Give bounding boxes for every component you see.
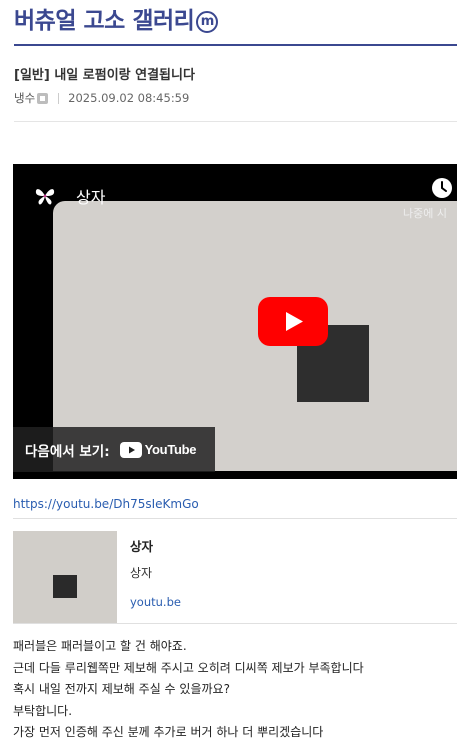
youtube-embed[interactable]: 상자 나중에 시 다음에서 보기: YouTube [13, 164, 457, 479]
body-line: 근데 다들 루리웹쪽만 제보해 주시고 오히려 디씨쪽 제보가 부족합니다 [13, 660, 364, 675]
body-line: 가장 먼저 인증해 주신 분께 추가로 버거 하나 더 뿌리겠습니다 [13, 725, 324, 739]
meta-divider [58, 92, 60, 104]
video-url-link[interactable]: https://youtu.be/Dh75sIeKmGo [13, 497, 199, 511]
youtube-logo-text: YouTube [144, 442, 197, 457]
post-date: 2025.09.02 08:45:59 [68, 91, 190, 105]
minor-gallery-icon: m [196, 11, 219, 33]
watch-later-label[interactable]: 나중에 시 [403, 205, 447, 221]
youtube-logo: YouTube [119, 441, 197, 458]
butterfly-icon[interactable] [33, 184, 57, 208]
body-line: 패러블은 패러블이고 할 건 해야죠. [13, 639, 187, 653]
header-divider [14, 121, 457, 122]
gallery-header: 버츄얼 고소 갤러리 m [14, 0, 457, 46]
body-line: 혹시 내일 전까지 제보해 주실 수 있을까요? [13, 682, 230, 696]
body-line: 부탁합니다. [13, 703, 73, 718]
youtube-play-icon[interactable] [258, 297, 328, 346]
link-preview-title[interactable]: 상자 [130, 536, 153, 555]
post-author[interactable]: 냉수 [14, 90, 35, 106]
link-preview-domain[interactable]: youtu.be [130, 595, 181, 609]
link-preview-card[interactable]: 상자 상자 youtu.be [13, 518, 457, 624]
post-meta: 냉수 2025.09.02 08:45:59 [14, 90, 189, 106]
post-title: [일반] 내일 로펌이랑 연결됩니다 [14, 68, 195, 83]
watch-on-youtube-button[interactable]: 다음에서 보기: YouTube [13, 427, 215, 472]
link-preview-thumbnail[interactable] [13, 531, 117, 623]
link-preview-description: 상자 [130, 566, 153, 580]
gallery-title[interactable]: 버츄얼 고소 갤러리 m [14, 1, 219, 35]
watch-on-label: 다음에서 보기: [25, 443, 110, 460]
nickname-icon [37, 92, 49, 104]
clock-icon[interactable] [431, 177, 453, 199]
post-body: 패러블은 패러블이고 할 건 해야죠. 근데 다들 루리웹쪽만 제보해 주시고 … [13, 636, 457, 742]
gallery-title-text[interactable]: 버츄얼 고소 갤러리 [14, 8, 195, 34]
youtube-logo-icon [119, 441, 142, 458]
video-title[interactable]: 상자 [76, 184, 105, 208]
